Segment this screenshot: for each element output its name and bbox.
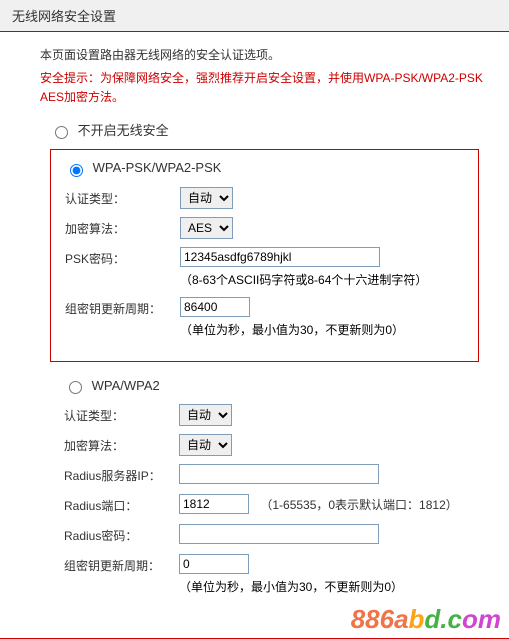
wpapsk-psk-input[interactable] xyxy=(180,247,380,267)
wpa-radius-port-label: Radius端口： xyxy=(64,494,179,514)
wpa-section: WPA/WPA2 认证类型： 自动 加密算法： 自动 Radius服务器IP： xyxy=(50,378,479,619)
radio-wpa-label: WPA/WPA2 xyxy=(92,378,160,393)
wpa-radius-ip-input[interactable] xyxy=(179,464,379,484)
radio-disable-security-row: 不开启无线安全 xyxy=(50,120,489,140)
wpa-radius-port-hint: （1-65535，0表示默认端口：1812） xyxy=(260,498,457,512)
radio-wpa-psk-row: WPA-PSK/WPA2-PSK xyxy=(65,160,464,177)
wpa-radius-port-field: Radius端口： （1-65535，0表示默认端口：1812） xyxy=(64,494,465,516)
wpapsk-gk-hint: （单位为秒，最小值为30，不更新则为0） xyxy=(180,321,464,339)
wpapsk-gk-input[interactable] xyxy=(180,297,250,317)
wpa-gk-field: 组密钥更新周期： （单位为秒，最小值为30，不更新则为0） xyxy=(64,554,465,596)
page-header: 无线网络安全设置 xyxy=(0,0,509,32)
wpa-cipher-field: 加密算法： 自动 xyxy=(64,434,465,456)
wpa-cipher-label: 加密算法： xyxy=(64,434,179,454)
wpapsk-gk-label: 组密钥更新周期： xyxy=(65,297,180,317)
intro-text: 本页面设置路由器无线网络的安全认证选项。 xyxy=(40,46,489,65)
wpapsk-auth-type-field: 认证类型： 自动 xyxy=(65,187,464,209)
wpa-radius-pw-field: Radius密码： xyxy=(64,524,465,546)
wpa-radius-pw-input[interactable] xyxy=(179,524,379,544)
wpapsk-psk-label: PSK密码： xyxy=(65,247,180,267)
wpa-radius-ip-label: Radius服务器IP： xyxy=(64,464,179,484)
wpapsk-cipher-select[interactable]: AES xyxy=(180,217,233,239)
wpa-auth-type-label: 认证类型： xyxy=(64,404,179,424)
wpapsk-cipher-field: 加密算法： AES xyxy=(65,217,464,239)
wpapsk-auth-type-label: 认证类型： xyxy=(65,187,180,207)
wpapsk-auth-type-select[interactable]: 自动 xyxy=(180,187,233,209)
wpa-gk-input[interactable] xyxy=(179,554,249,574)
wpapsk-psk-hint: （8-63个ASCII码字符或8-64个十六进制字符） xyxy=(180,271,464,289)
radio-disable-security-label: 不开启无线安全 xyxy=(78,123,169,138)
wpa-gk-label: 组密钥更新周期： xyxy=(64,554,179,574)
wpa-radius-port-input[interactable] xyxy=(179,494,249,514)
security-warning: 安全提示：为保障网络安全，强烈推荐开启安全设置，并使用WPA-PSK/WPA2-… xyxy=(40,69,489,107)
wpa-psk-section: WPA-PSK/WPA2-PSK 认证类型： 自动 加密算法： AES PSK密… xyxy=(50,149,479,362)
wpa-radius-pw-label: Radius密码： xyxy=(64,524,179,544)
radio-disable-security[interactable] xyxy=(55,126,68,139)
radio-wpa-psk-label: WPA-PSK/WPA2-PSK xyxy=(93,160,222,175)
wpapsk-cipher-label: 加密算法： xyxy=(65,217,180,237)
radio-wpa[interactable] xyxy=(69,381,82,394)
radio-wpa-row: WPA/WPA2 xyxy=(64,378,465,395)
wpapsk-gk-field: 组密钥更新周期： （单位为秒，最小值为30，不更新则为0） xyxy=(65,297,464,339)
page-title: 无线网络安全设置 xyxy=(12,9,116,24)
wpa-radius-ip-field: Radius服务器IP： xyxy=(64,464,465,486)
wpa-gk-hint: （单位为秒，最小值为30，不更新则为0） xyxy=(179,578,465,596)
wpa-auth-type-field: 认证类型： 自动 xyxy=(64,404,465,426)
wpa-auth-type-select[interactable]: 自动 xyxy=(179,404,232,426)
wpa-cipher-select[interactable]: 自动 xyxy=(179,434,232,456)
wpapsk-psk-field: PSK密码： （8-63个ASCII码字符或8-64个十六进制字符） xyxy=(65,247,464,289)
content-area: 本页面设置路由器无线网络的安全认证选项。 安全提示：为保障网络安全，强烈推荐开启… xyxy=(0,32,509,638)
radio-wpa-psk[interactable] xyxy=(70,164,83,177)
